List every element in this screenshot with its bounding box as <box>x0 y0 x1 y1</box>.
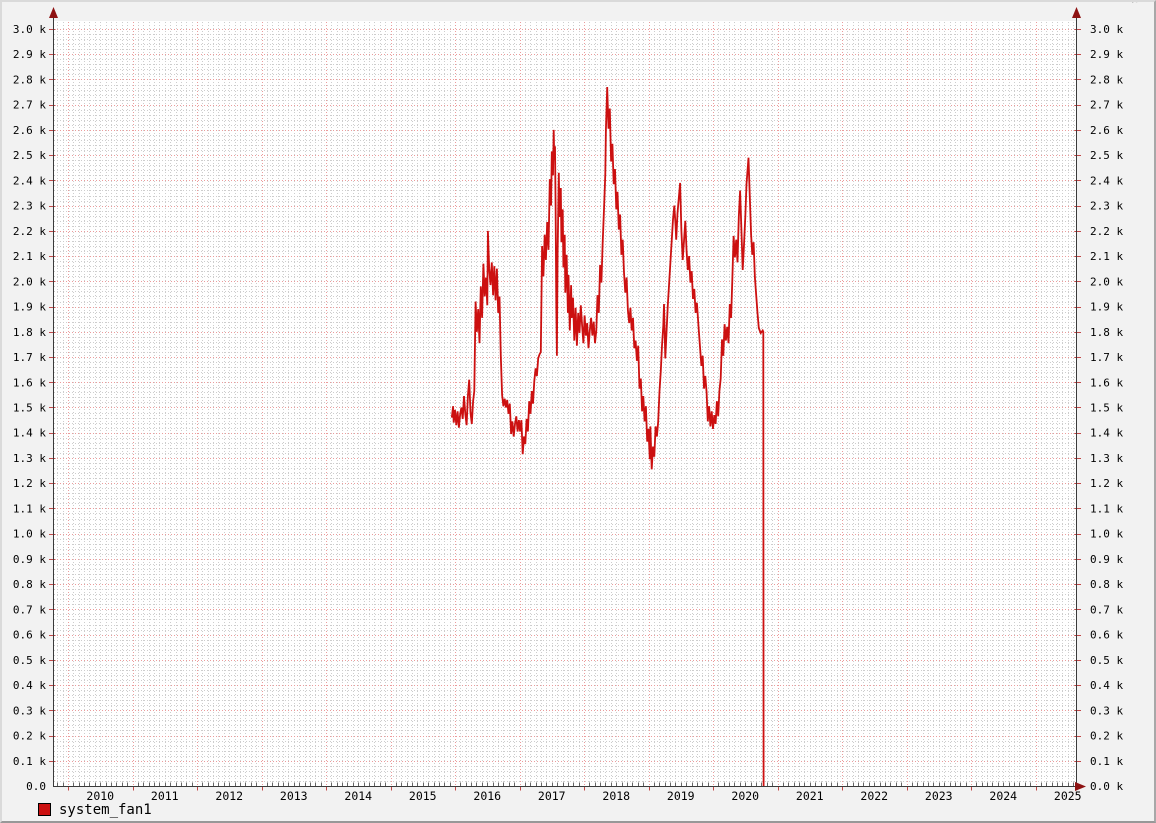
y-label-right: 1.0 k <box>1090 528 1123 541</box>
y-label-right: 0.2 k <box>1090 730 1123 743</box>
x-label-year: 2021 <box>796 789 824 803</box>
y-label-right: 0.3 k <box>1090 704 1123 717</box>
x-label-year: 2018 <box>602 789 630 803</box>
y-label-right: 1.2 k <box>1090 477 1123 490</box>
y-label-right: 2.8 k <box>1090 73 1123 86</box>
y-label-right: 1.4 k <box>1090 427 1123 440</box>
y-label-left: 2.8 k <box>13 73 46 86</box>
y-label-right: 0.8 k <box>1090 578 1123 591</box>
legend: system_fan1 <box>38 801 152 818</box>
y-label-left: 0.5 k <box>13 654 46 667</box>
y-label-right: 1.5 k <box>1090 402 1123 415</box>
y-label-left: 2.2 k <box>13 225 46 238</box>
y-label-left: 2.0 k <box>13 275 46 288</box>
y-label-right: 2.6 k <box>1090 124 1123 137</box>
y-label-right: 0.7 k <box>1090 603 1123 616</box>
y-label-right: 3.0 k <box>1090 23 1123 36</box>
x-label-year: 2023 <box>925 789 953 803</box>
y-label-left: 1.6 k <box>13 376 46 389</box>
y-label-right: 1.8 k <box>1090 326 1123 339</box>
y-label-right: 2.5 k <box>1090 149 1123 162</box>
y-label-right: 1.3 k <box>1090 452 1123 465</box>
fan-speed-chart: 3.0 k 2.9 k 2.8 k 2.7 k 2.6 k 2.5 k 2.4 k 2.3 k… <box>2 2 1156 823</box>
x-label-year: 2024 <box>989 789 1017 803</box>
y-label-right: 2.0 k <box>1090 275 1123 288</box>
legend-color-swatch <box>38 803 51 816</box>
y-label-right: 1.6 k <box>1090 376 1123 389</box>
x-label-year: 2025 <box>1054 789 1082 803</box>
y-label-right: 2.1 k <box>1090 250 1123 263</box>
y-label-left: 0.6 k <box>13 629 46 642</box>
x-label-year: 2022 <box>860 789 888 803</box>
y-label-left: 3.0 k <box>13 23 46 36</box>
y-label-left: 0.3 k <box>13 704 46 717</box>
x-label-year: 2020 <box>731 789 759 803</box>
x-label-year: 2011 <box>151 789 179 803</box>
x-label-year: 2015 <box>409 789 437 803</box>
y-label-right: 0.4 k <box>1090 679 1123 692</box>
y-label-right: 0.5 k <box>1090 654 1123 667</box>
y-label-left: 0.7 k <box>13 603 46 616</box>
y-label-left: 0.4 k <box>13 679 46 692</box>
y-label-right: 0.1 k <box>1090 755 1123 768</box>
y-label-left: 1.7 k <box>13 351 46 364</box>
y-label-left: 2.6 k <box>13 124 46 137</box>
legend-label: system_fan1 <box>59 802 152 818</box>
y-label-left: 1.2 k <box>13 477 46 490</box>
y-label-left: 0.0 <box>26 780 46 793</box>
y-label-left: 1.3 k <box>13 452 46 465</box>
y-label-right: 2.9 k <box>1090 48 1123 61</box>
y-label-left: 1.1 k <box>13 502 46 515</box>
y-label-left: 0.1 k <box>13 755 46 768</box>
y-label-left: 1.4 k <box>13 427 46 440</box>
y-label-right: 2.4 k <box>1090 174 1123 187</box>
x-label-year: 2019 <box>667 789 695 803</box>
y-label-right: 2.3 k <box>1090 200 1123 213</box>
y-label-right: 2.7 k <box>1090 99 1123 112</box>
y-label-left: 1.5 k <box>13 402 46 415</box>
y-label-left: 0.2 k <box>13 730 46 743</box>
x-axis-labels: 2010201120122013201420152016201720182019… <box>86 789 1081 803</box>
y-label-right: 0.6 k <box>1090 629 1123 642</box>
y-label-left: 1.0 k <box>13 528 46 541</box>
y-label-left: 2.4 k <box>13 174 46 187</box>
y-label-right: 0.9 k <box>1090 553 1123 566</box>
y-label-left: 1.9 k <box>13 301 46 314</box>
y-label-left: 2.1 k <box>13 250 46 263</box>
x-label-year: 2013 <box>280 789 308 803</box>
x-label-year: 2017 <box>538 789 566 803</box>
y-label-right: 1.7 k <box>1090 351 1123 364</box>
y-label-right: 1.9 k <box>1090 301 1123 314</box>
y-label-left: 2.7 k <box>13 99 46 112</box>
y-label-right: 2.2 k <box>1090 225 1123 238</box>
y-label-left: 2.5 k <box>13 149 46 162</box>
x-label-year: 2012 <box>215 789 243 803</box>
rrdtool-graph: 3.0 k 2.9 k 2.8 k 2.7 k 2.6 k 2.5 k 2.4 k 2.3 k… <box>0 0 1156 823</box>
y-label-left: 2.9 k <box>13 48 46 61</box>
y-label-left: 0.8 k <box>13 578 46 591</box>
y-label-right: 0.0 k <box>1090 780 1123 793</box>
x-label-year: 2016 <box>473 789 501 803</box>
y-label-right: 1.1 k <box>1090 502 1123 515</box>
x-label-year: 2014 <box>344 789 372 803</box>
rrdtool-watermark: RRDTOOL / TOBI OETIKER <box>1129 0 1139 10</box>
y-label-left: 1.8 k <box>13 326 46 339</box>
y-label-left: 2.3 k <box>13 200 46 213</box>
y-label-left: 0.9 k <box>13 553 46 566</box>
